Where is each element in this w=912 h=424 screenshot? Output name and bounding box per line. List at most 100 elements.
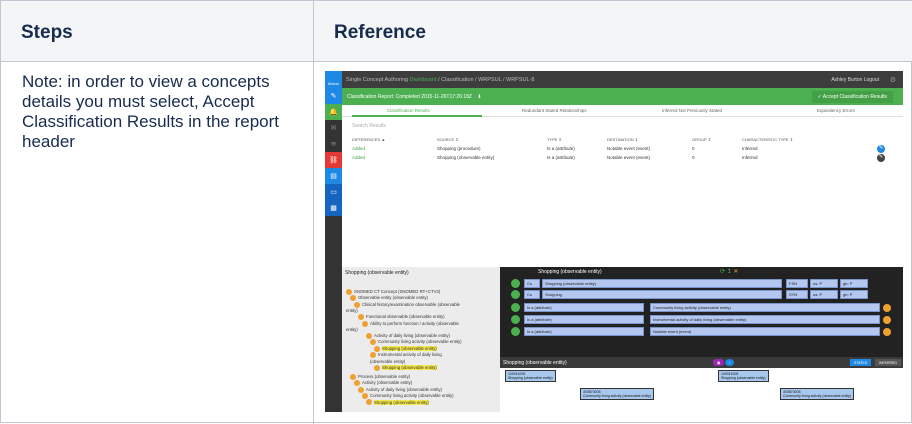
acceptability-us[interactable]: us: P — [810, 279, 838, 288]
link-icon[interactable]: ⛓ — [325, 152, 342, 168]
tab-inferred-not-stated[interactable]: Inferred Not Previously Stated — [662, 108, 722, 113]
diagram-header: Shopping (observable entity) ▣ i STATED … — [500, 357, 903, 368]
table-cell: 0 — [692, 146, 695, 151]
active-toggle-icon[interactable] — [511, 327, 520, 336]
fsn-type[interactable]: FSN — [786, 279, 808, 288]
info-icon[interactable]: i — [725, 359, 734, 366]
stated-toggle[interactable]: STATED — [850, 359, 872, 366]
status-dot — [883, 304, 891, 312]
column-header[interactable]: TYPE ⇕ — [547, 137, 562, 142]
table-cell: 0 — [692, 155, 695, 160]
active-toggle-icon[interactable] — [511, 303, 520, 312]
classification-report-header: Classification Report: Completed 2015-11… — [342, 88, 903, 105]
report-title: Classification Report: Completed 2015-11… — [347, 94, 482, 100]
relationship-type[interactable]: Is a (attribute) — [524, 315, 644, 324]
relationship-type[interactable]: Is a (attribute) — [524, 303, 644, 312]
grid-icon[interactable]: ▦ — [325, 200, 342, 216]
download-icon[interactable]: ⬇ — [477, 94, 481, 100]
column-header[interactable]: CHARACTERISTIC TYPE ⇕ — [742, 137, 793, 142]
app-title-text: Single Concept Authoring — [346, 77, 409, 83]
diagram-concept[interactable]: 300874005 Community living activity (obs… — [580, 388, 655, 400]
diagram-concept[interactable]: 109011005 Shopping (observable entity) — [505, 370, 556, 382]
table-cell: Notable event (event) — [607, 155, 651, 160]
app-title: Single Concept Authoring Dashboard / Cla… — [346, 77, 534, 83]
edit-icon[interactable]: ✎ — [325, 88, 342, 104]
relationship-target[interactable]: Notable event (event) — [650, 327, 880, 336]
column-header[interactable]: GROUP ⇕ — [692, 137, 711, 142]
active-toggle-icon[interactable] — [511, 279, 520, 288]
app-logo[interactable]: ihtsdo — [325, 71, 342, 88]
edit-icon[interactable]: ✎ — [877, 145, 885, 153]
results-tabs: Classification Results Redundant Stated … — [342, 105, 903, 117]
results-panel: Search Results DIFFERENCES ▲ SOURCE ⇕ TY… — [342, 117, 903, 267]
gear-icon[interactable]: ⚙ — [890, 76, 896, 84]
window-icon[interactable]: ▭ — [325, 184, 342, 200]
editor-header: Shopping (observable entity) ⟳ ↥ ✕ — [500, 267, 903, 277]
edit-icon[interactable]: ✎ — [877, 154, 885, 162]
diagram-concept[interactable]: 109011005 Shopping (observable entity) — [718, 370, 769, 382]
table-cell: Is a (attribute) — [547, 146, 575, 151]
diagram-concept[interactable]: 300874005 Community living activity (obs… — [780, 388, 855, 400]
tree-item[interactable]: Ability to perform function / activity (… — [346, 320, 462, 327]
app-topbar: ihtsdo Single Concept Authoring Dashboar… — [325, 71, 903, 88]
column-header[interactable]: DESTINATION ⇕ — [607, 137, 638, 142]
table-cell: Shopping (observable entity) — [437, 155, 495, 160]
case-significance[interactable]: Cs — [524, 279, 540, 288]
left-nav: ✎ 🔔 ✉ ≋ ⛓ ▤ ▭ ▦ — [325, 88, 342, 412]
layers-icon[interactable]: ≋ — [325, 136, 342, 152]
acceptability-gb[interactable]: gb: P — [840, 290, 868, 299]
tree-item[interactable]: Shopping (observable entity) — [346, 399, 462, 406]
status-dot — [883, 316, 891, 324]
status-dot — [883, 328, 891, 336]
relationship-row: Is a (attribute) Instrumental activity o… — [500, 314, 903, 325]
concept-editor: Shopping (observable entity) ⟳ ↥ ✕ Cs Sh… — [500, 267, 903, 357]
editor-controls-icon[interactable]: ⟳ ↥ ✕ — [720, 268, 738, 275]
hierarchy-tree: SNOMED CT Concept (SNOMED RT+CTV3) Obser… — [346, 289, 462, 406]
concept-diagram: 109011005 Shopping (observable entity) 3… — [500, 368, 903, 412]
search-input[interactable]: Search Results — [352, 123, 386, 129]
active-toggle-icon[interactable] — [511, 290, 520, 299]
table-cell: Inferred — [742, 146, 758, 151]
column-header[interactable]: DIFFERENCES ▲ — [352, 137, 385, 142]
bell-icon[interactable]: 🔔 — [325, 104, 342, 120]
reference-header: Reference — [314, 1, 912, 62]
note-text: Note: in order to view a concepts detail… — [22, 72, 280, 151]
case-significance[interactable]: Cs — [524, 290, 540, 299]
reference-screenshot: ihtsdo Single Concept Authoring Dashboar… — [325, 71, 903, 412]
tab-classification-results[interactable]: Classification Results — [387, 108, 430, 113]
relationship-target[interactable]: Community living activity (observable en… — [650, 303, 880, 312]
tab-equivalency-errors[interactable]: Equivalency Errors — [817, 108, 855, 113]
breadcrumb-dashboard[interactable]: Dashboard — [410, 77, 437, 83]
synonym-field[interactable]: Shopping — [542, 290, 782, 299]
list-icon[interactable]: ▤ — [325, 168, 342, 184]
active-toggle-icon[interactable] — [511, 315, 520, 324]
acceptability-gb[interactable]: gb: P — [840, 279, 868, 288]
description-row: Cs Shopping SYN us: P gb: P — [500, 289, 903, 300]
mail-icon[interactable]: ✉ — [325, 120, 342, 136]
user-logout[interactable]: Ashley Burton Logout — [831, 77, 879, 83]
relationship-target[interactable]: Instrumental activity of daily living (o… — [650, 315, 880, 324]
relationship-row: Is a (attribute) Notable event (event) — [500, 326, 903, 337]
tree-item[interactable]: Shopping (observable entity) — [346, 364, 462, 371]
steps-header: Steps — [1, 1, 314, 62]
table-cell: Notable event (event) — [607, 146, 651, 151]
concept-label: Community living activity (observable en… — [583, 394, 652, 398]
relationship-type[interactable]: Is a (attribute) — [524, 327, 644, 336]
diagram-title: Shopping (observable entity) — [503, 360, 567, 366]
concept-label: Shopping (observable entity) — [508, 376, 553, 380]
concept-label: Community living activity (observable en… — [783, 394, 852, 398]
fsn-field[interactable]: Shopping (observable entity) — [542, 279, 782, 288]
accept-classification-button[interactable]: ✓ Accept Classification Results — [811, 91, 893, 103]
acceptability-us[interactable]: us: P — [810, 290, 838, 299]
syn-type[interactable]: SYN — [786, 290, 808, 299]
image-icon[interactable]: ▣ — [713, 359, 725, 366]
column-header[interactable]: SOURCE ⇕ — [437, 137, 459, 142]
report-title-text: Classification Report: Completed 2015-11… — [347, 94, 472, 100]
tab-redundant-stated[interactable]: Redundant Stated Relationships — [522, 108, 587, 113]
editor-title: Shopping (observable entity) — [538, 269, 602, 275]
table-cell: Shopping (procedure) — [437, 146, 481, 151]
inferred-toggle[interactable]: INFERRED — [875, 359, 901, 366]
tree-item[interactable]: Functional observable (observable entity… — [346, 314, 462, 321]
tree-item[interactable]: Clinical history/examination observable … — [346, 301, 462, 308]
steps-cell: Note: in order to view a concepts detail… — [1, 62, 314, 424]
